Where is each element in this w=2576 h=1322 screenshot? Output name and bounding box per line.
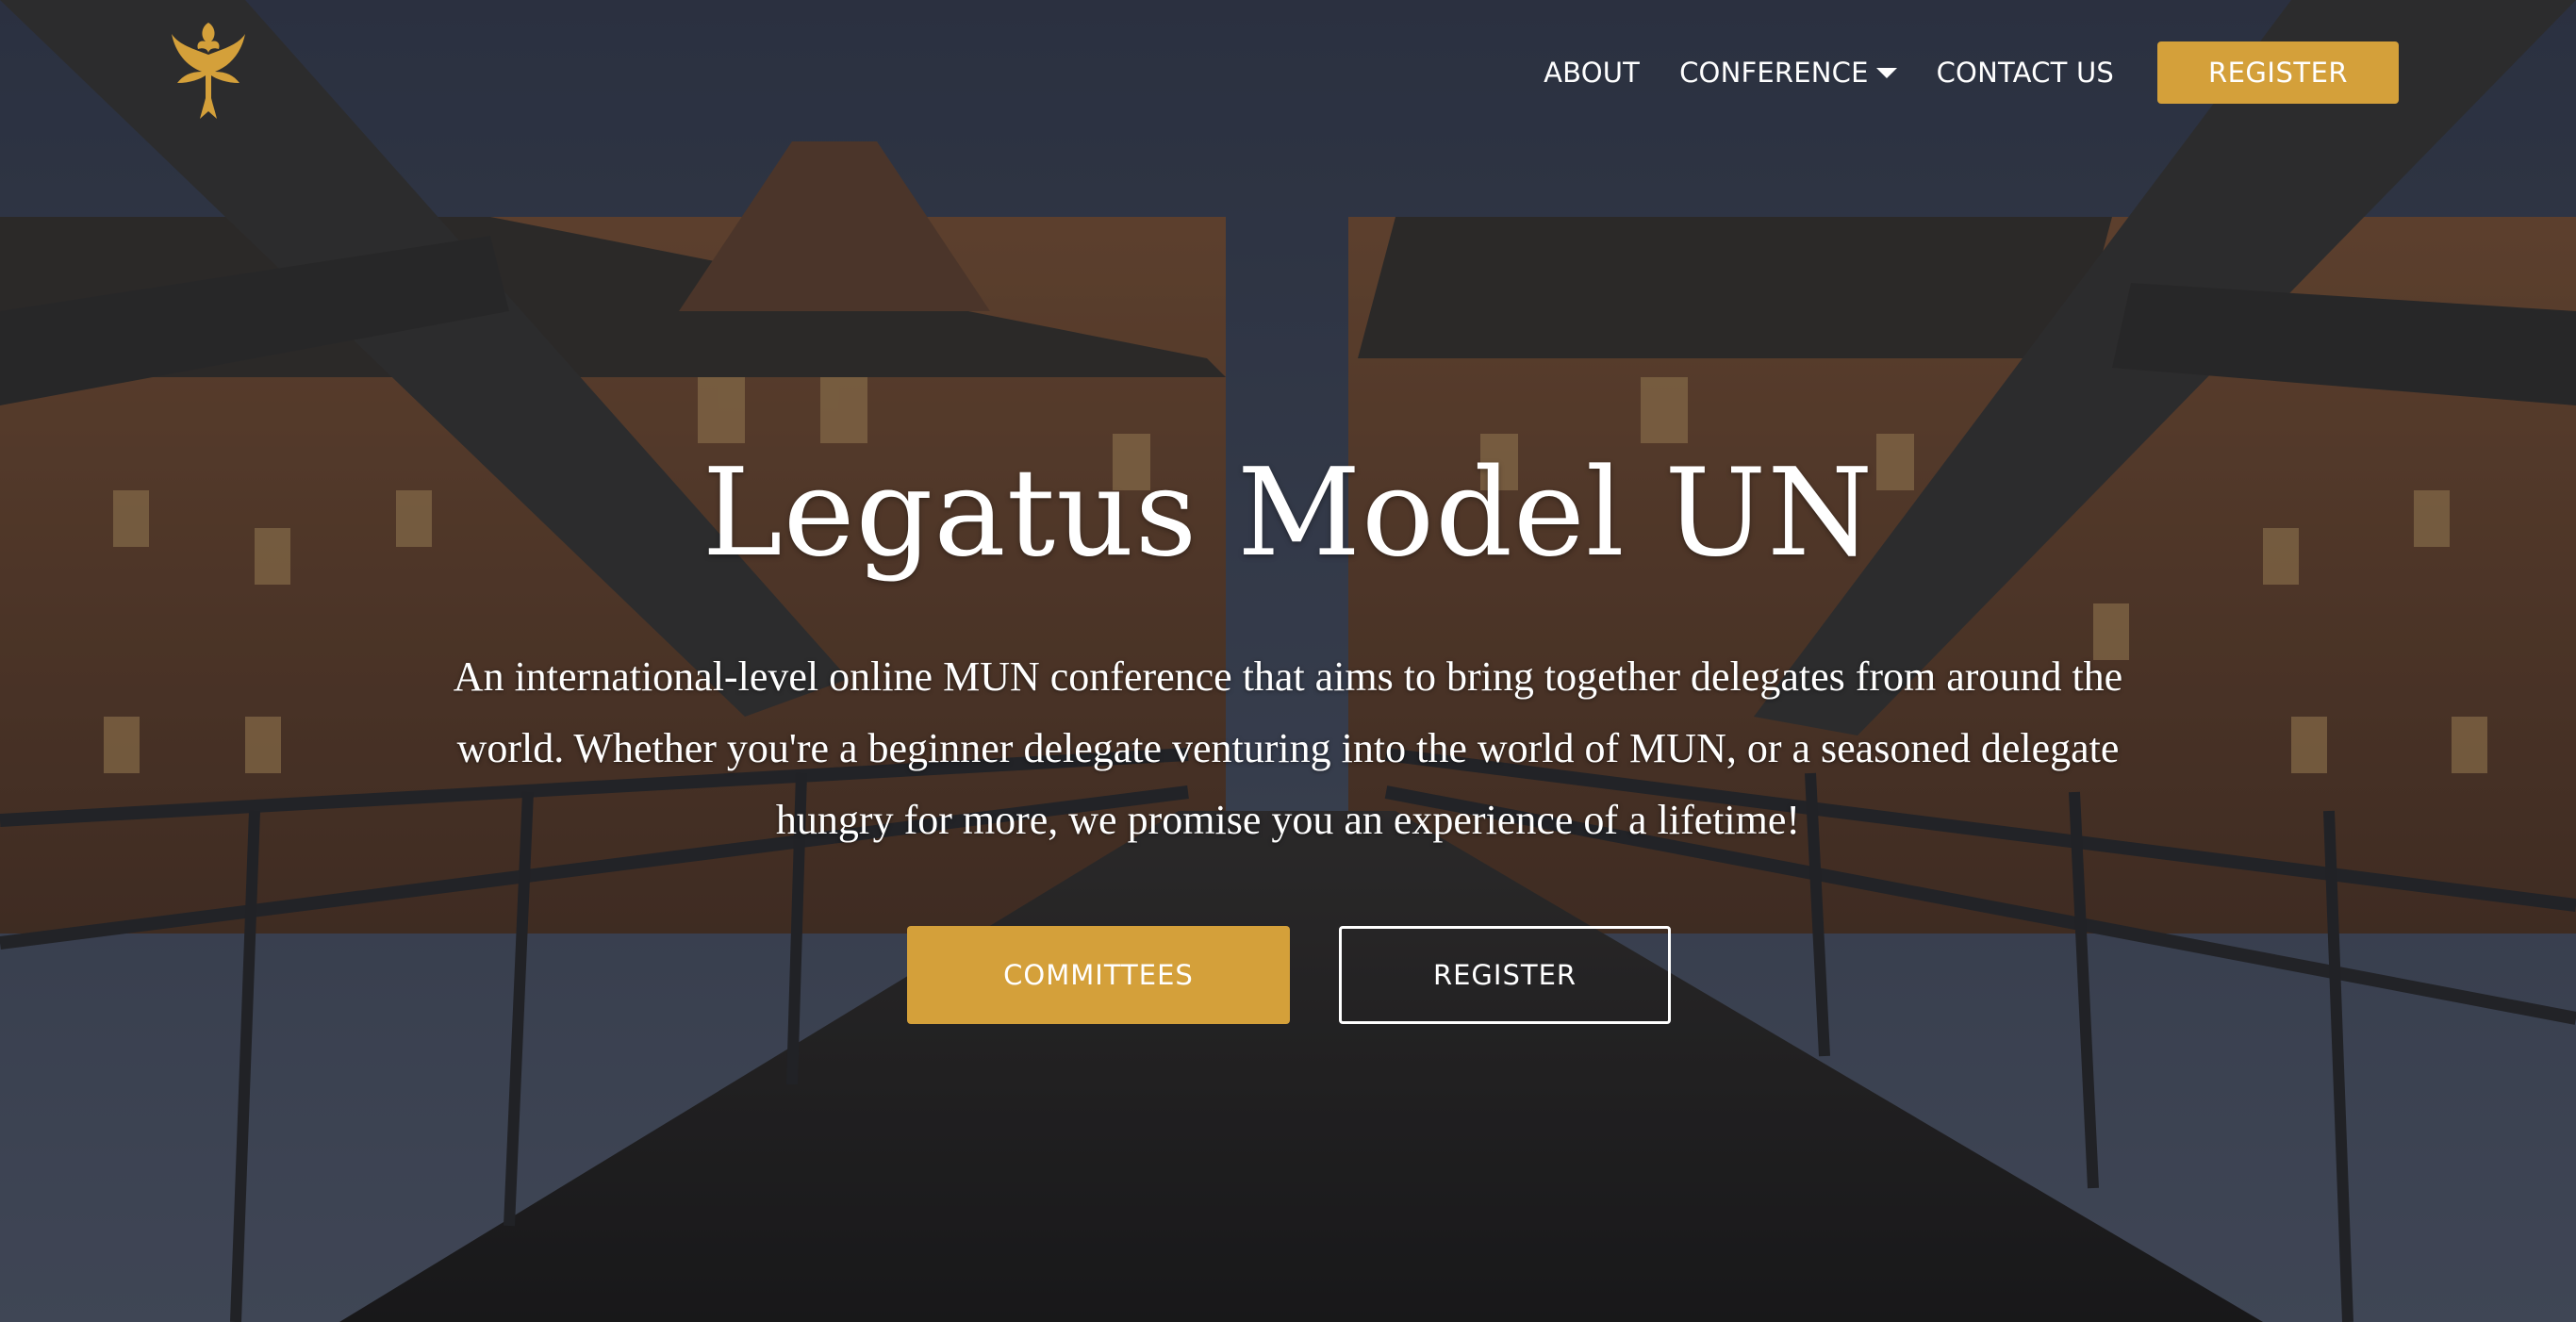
nav-register-button[interactable]: REGISTER bbox=[2157, 41, 2399, 104]
committees-button[interactable]: COMMITTEES bbox=[907, 926, 1290, 1024]
phoenix-logo-icon[interactable] bbox=[168, 17, 249, 123]
hero-tagline: An international-level online MUN confer… bbox=[453, 653, 2123, 843]
hero-actions: COMMITTEES REGISTER bbox=[907, 926, 1671, 1024]
nav-conference-label: CONFERENCE bbox=[1679, 57, 1869, 89]
nav-about-link[interactable]: ABOUT bbox=[1544, 57, 1640, 89]
page-title: Legatus Model UN bbox=[702, 443, 1874, 584]
caret-down-icon bbox=[1875, 67, 1897, 78]
top-navigation: ABOUT CONFERENCE CONTACT US REGISTER bbox=[1544, 41, 2399, 104]
nav-contact-link[interactable]: CONTACT US bbox=[1937, 57, 2114, 89]
nav-conference-dropdown[interactable]: CONFERENCE bbox=[1679, 57, 1897, 89]
register-button[interactable]: REGISTER bbox=[1339, 926, 1671, 1024]
